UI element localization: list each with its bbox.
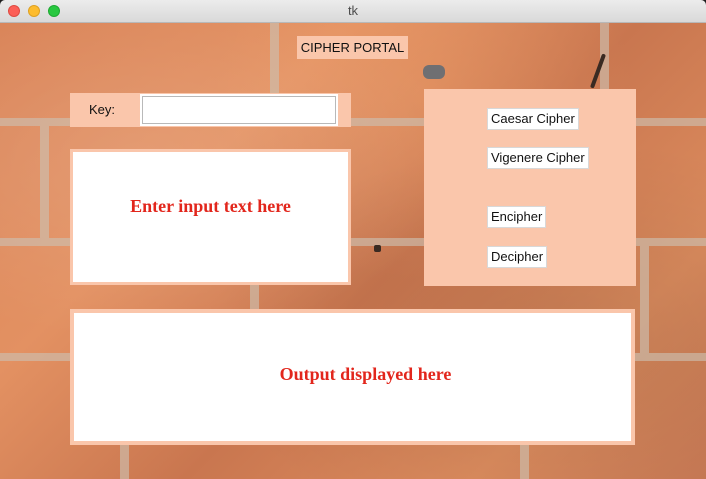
app-heading: CIPHER PORTAL <box>297 36 408 59</box>
wall-stone <box>423 65 445 79</box>
input-placeholder-text: Enter input text here <box>130 195 291 216</box>
app-window: tk CIPHER PORTAL Key: Enter input text h… <box>0 0 706 479</box>
cipher-button-panel: Caesar Cipher Vigenere Cipher Encipher D… <box>424 89 636 286</box>
vigenere-cipher-button[interactable]: Vigenere Cipher <box>487 147 589 169</box>
window-title: tk <box>347 3 359 18</box>
mortar-line <box>40 126 49 238</box>
decipher-button[interactable]: Decipher <box>487 246 548 268</box>
input-text-area[interactable]: Enter input text here <box>70 149 351 285</box>
title-bar: tk <box>0 0 706 23</box>
key-input[interactable] <box>140 94 338 126</box>
key-label: Key: <box>89 102 116 117</box>
output-text-area[interactable]: Output displayed here <box>70 309 635 445</box>
wall-hole <box>374 245 381 252</box>
output-placeholder-text: Output displayed here <box>279 363 452 384</box>
key-frame: Key: <box>70 93 351 127</box>
encipher-button[interactable]: Encipher <box>487 206 547 228</box>
caesar-cipher-button[interactable]: Caesar Cipher <box>487 108 579 130</box>
mortar-line <box>640 246 649 353</box>
